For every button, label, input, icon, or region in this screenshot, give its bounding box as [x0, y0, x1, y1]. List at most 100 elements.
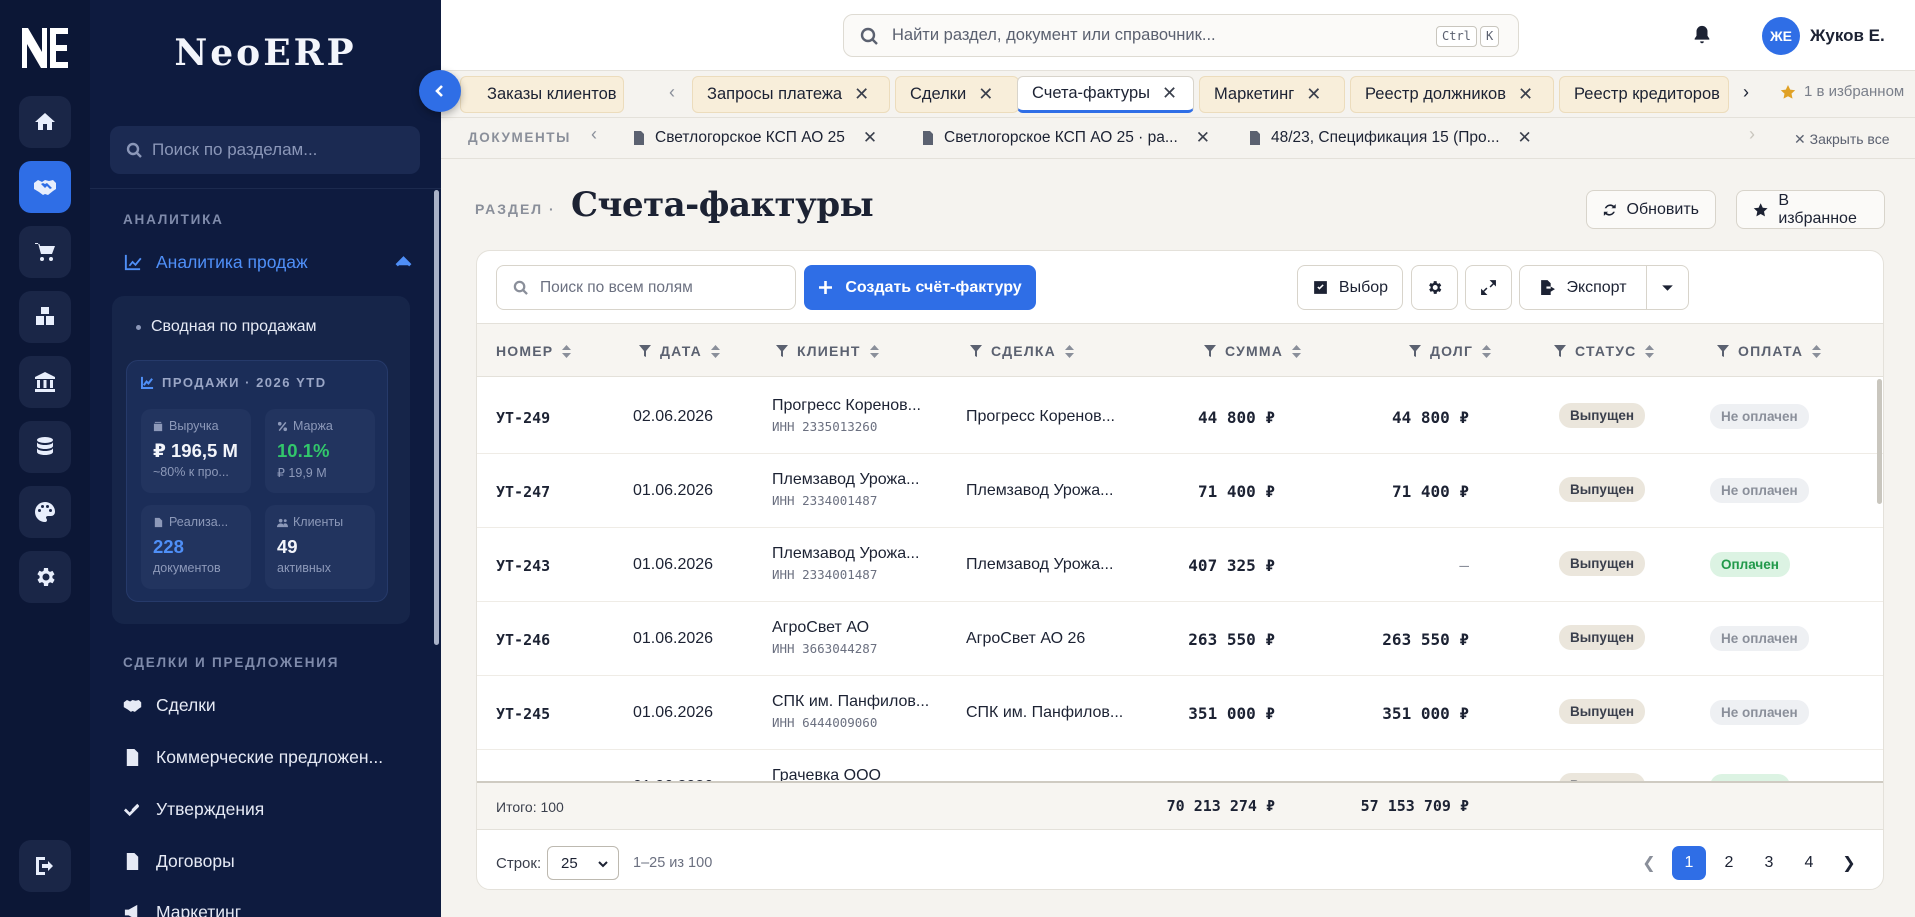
tab-invoices[interactable]: Счета-фактуры ✕ [1017, 76, 1194, 113]
rail-warehouse-button[interactable] [19, 291, 71, 343]
tab-marketing[interactable]: Маркетинг ✕ [1199, 76, 1345, 113]
tab-pinned-orders[interactable]: Заказы клиентов [460, 76, 624, 113]
create-invoice-button[interactable]: Создать счёт-фактуру [804, 265, 1036, 310]
close-icon[interactable]: ✕ [1306, 84, 1321, 105]
column-header-deal[interactable]: СДЕЛКА [970, 343, 1074, 359]
refresh-button[interactable]: Обновить [1586, 190, 1716, 229]
filter-icon[interactable] [639, 345, 651, 357]
column-header-client[interactable]: КЛИЕНТ [776, 343, 879, 359]
client-name[interactable]: Прогресс Коренов... [772, 397, 921, 415]
doc-tab[interactable]: Светлогорское КСП АО 25 · ра... ✕ [922, 128, 1210, 148]
tab-payment-requests[interactable]: Запросы платежа ✕ [692, 76, 890, 113]
rail-settings-button[interactable] [19, 551, 71, 603]
invoice-number[interactable]: УТ-247 [496, 483, 550, 501]
doc-tab[interactable]: 48/23, Спецификация 15 (Про... ✕ [1249, 128, 1532, 148]
tab-deals[interactable]: Сделки ✕ [895, 76, 1019, 113]
invoice-number[interactable]: УТ-245 [496, 705, 550, 723]
sidebar-search-input[interactable]: Поиск по разделам... [110, 126, 420, 174]
column-header-payment[interactable]: ОПЛАТА [1717, 343, 1822, 359]
doc-tab[interactable]: Светлогорское КСП АО 25 ✕ [633, 128, 877, 148]
rail-data-button[interactable] [19, 421, 71, 473]
page-button-3[interactable]: 3 [1752, 846, 1786, 880]
page-button-4[interactable]: 4 [1792, 846, 1826, 880]
client-name[interactable]: СПК им. Панфилов... [772, 693, 929, 711]
global-search-input[interactable]: Найти раздел, документ или справочник...… [843, 14, 1519, 57]
rail-finance-button[interactable] [19, 356, 71, 408]
filter-icon[interactable] [1554, 345, 1566, 357]
rail-home-button[interactable] [19, 96, 71, 148]
page-button-1[interactable]: 1 [1672, 846, 1706, 880]
filter-icon[interactable] [1204, 345, 1216, 357]
invoice-number[interactable]: УТ-246 [496, 631, 550, 649]
table-scrollbar[interactable] [1877, 379, 1882, 504]
sort-icon[interactable] [1812, 344, 1822, 358]
close-icon[interactable]: ✕ [1196, 128, 1210, 148]
sidebar-item-deals[interactable]: Сделки [123, 695, 413, 716]
tab-creditors[interactable]: Реестр кредиторов [1559, 76, 1729, 113]
logout-button[interactable] [19, 840, 71, 892]
filter-icon[interactable] [1717, 345, 1729, 357]
sidebar-scrollbar[interactable] [434, 190, 439, 645]
client-name[interactable]: Племзавод Урожа... [772, 545, 919, 563]
table-row[interactable]: УТ-249 02.06.2026 Прогресс Коренов... ИНН 2… [477, 379, 1883, 453]
sidebar-item-offers[interactable]: Коммерческие предложен... [123, 747, 413, 768]
sidebar-item-marketing[interactable]: Маркетинг [123, 902, 413, 917]
export-button[interactable]: Экспорт [1519, 265, 1647, 310]
bell-icon[interactable] [1691, 24, 1713, 46]
user-name[interactable]: Жуков Е. [1810, 26, 1885, 46]
filter-icon[interactable] [776, 345, 788, 357]
client-name[interactable]: Грачевка ООО [772, 767, 881, 781]
filter-icon[interactable] [1409, 345, 1421, 357]
tab-debtors[interactable]: Реестр должников ✕ [1350, 76, 1554, 113]
close-all-button[interactable]: ✕ Закрыть все [1794, 131, 1890, 148]
close-icon[interactable]: ✕ [1518, 128, 1532, 148]
invoice-number[interactable]: УТ-243 [496, 557, 550, 575]
table-row[interactable]: УТ-247 01.06.2026 Племзавод Урожа... ИНН 23… [477, 453, 1883, 527]
table-row[interactable]: УТ-243 01.06.2026 Племзавод Урожа... ИНН 23… [477, 527, 1883, 601]
sidebar-item-sales-summary[interactable]: Сводная по продажам [136, 318, 317, 336]
close-icon[interactable]: ✕ [978, 84, 993, 105]
table-row[interactable]: УТ-245 01.06.2026 СПК им. Панфилов... ИНН 6… [477, 675, 1883, 749]
favorites-counter[interactable]: 1 в избранном [1780, 83, 1904, 100]
tabs-scroll-left[interactable]: ‹ [669, 82, 675, 103]
sort-icon[interactable] [562, 344, 572, 358]
sort-icon[interactable] [710, 344, 720, 358]
select-mode-button[interactable]: Выбор [1297, 265, 1403, 310]
export-dropdown-button[interactable] [1646, 265, 1689, 310]
sort-icon[interactable] [1292, 344, 1302, 358]
neoerp-logo[interactable] [20, 26, 70, 70]
close-icon[interactable]: ✕ [1518, 84, 1533, 105]
docs-scroll-left[interactable]: ‹ [591, 124, 597, 145]
chevron-up-icon[interactable] [394, 253, 413, 272]
client-name[interactable]: Племзавод Урожа... [772, 471, 919, 489]
page-button-2[interactable]: 2 [1712, 846, 1746, 880]
sidebar-item-contracts[interactable]: Договоры [123, 851, 413, 872]
sort-icon[interactable] [869, 344, 879, 358]
sort-icon[interactable] [1064, 344, 1074, 358]
user-avatar[interactable]: ЖЕ [1762, 17, 1800, 55]
column-header-sum[interactable]: СУММА [1204, 343, 1302, 359]
column-header-number[interactable]: НОМЕР [496, 343, 572, 359]
rail-sales-button[interactable] [19, 226, 71, 278]
rail-theme-button[interactable] [19, 486, 71, 538]
invoice-number[interactable]: УТ-249 [496, 409, 550, 427]
sort-icon[interactable] [1482, 344, 1492, 358]
collapse-sidebar-button[interactable] [419, 70, 461, 112]
sort-icon[interactable] [1645, 344, 1655, 358]
column-header-debt[interactable]: ДОЛГ [1409, 343, 1492, 359]
table-row[interactable]: УТ-246 01.06.2026 АгроСвет АО ИНН 366304428… [477, 601, 1883, 675]
prev-page-button[interactable]: ❮ [1632, 846, 1666, 880]
table-search-input[interactable]: Поиск по всем полям [496, 265, 796, 310]
docs-scroll-right[interactable]: › [1749, 124, 1755, 145]
sidebar-item-approvals[interactable]: Утверждения [123, 799, 413, 820]
client-name[interactable]: АгроСвет АО [772, 619, 869, 637]
column-header-date[interactable]: ДАТА [639, 343, 720, 359]
filter-icon[interactable] [970, 345, 982, 357]
close-icon[interactable]: ✕ [854, 84, 869, 105]
sidebar-item-sales-analytics[interactable]: Аналитика продаж [123, 252, 413, 273]
table-settings-button[interactable] [1411, 265, 1458, 310]
table-row[interactable]: 01.06.2026Грачевка ООО1 215 000 ₽Выпущен… [477, 749, 1883, 781]
close-icon[interactable]: ✕ [863, 128, 877, 148]
column-header-status[interactable]: СТАТУС [1554, 343, 1655, 359]
close-icon[interactable]: ✕ [1162, 83, 1177, 104]
